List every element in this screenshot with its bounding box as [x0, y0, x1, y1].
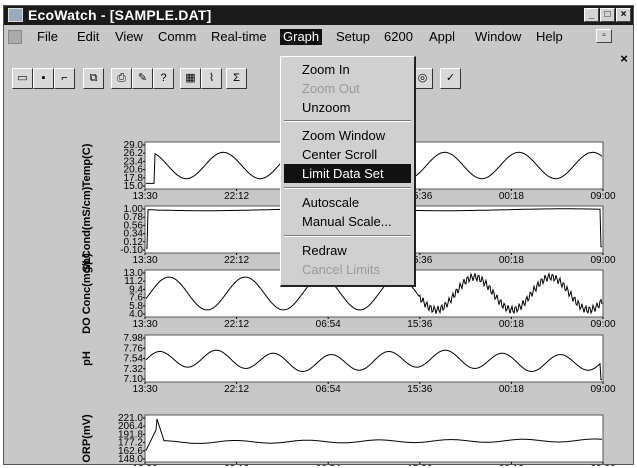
x-tick-label: 00:18 [499, 384, 524, 395]
menu-edit[interactable]: Edit [74, 29, 102, 45]
x-tick-label: 06:54 [316, 464, 341, 466]
app-window: EcoWatch - [SAMPLE.DAT] _ □ × File Edit … [3, 5, 634, 466]
x-tick-label: 09:00 [590, 191, 615, 202]
y-axis-label: ORP(mV) [81, 414, 93, 463]
document-icon[interactable] [8, 30, 22, 44]
x-tick-label: 22:12 [224, 191, 249, 202]
x-tick-label: 22:12 [224, 464, 249, 466]
x-tick-label: 15:36 [407, 464, 432, 466]
window-title: EcoWatch - [SAMPLE.DAT] [28, 7, 212, 23]
graph-icon[interactable]: ⌇ [201, 68, 222, 89]
menu-limit-data-set[interactable]: Limit Data Set [284, 164, 411, 183]
menu-comm[interactable]: Comm [155, 29, 199, 45]
title-bar[interactable]: EcoWatch - [SAMPLE.DAT] _ □ × [4, 6, 633, 25]
restore-button[interactable]: ▫ [596, 29, 612, 43]
menu-separator [284, 187, 411, 189]
y-axis-label: DO Conc(mg/L) [81, 253, 93, 334]
x-tick-label: 22:12 [224, 319, 249, 330]
x-tick-label: 09:00 [590, 464, 615, 466]
x-tick-label: 13:30 [132, 255, 157, 266]
app-icon[interactable] [8, 8, 23, 22]
x-tick-label: 22:12 [224, 384, 249, 395]
menu-zoom-window[interactable]: Zoom Window [284, 126, 411, 145]
print-icon[interactable]: ⎙ [111, 68, 132, 89]
menu-separator [284, 235, 411, 237]
menu-view[interactable]: View [112, 29, 146, 45]
save-icon[interactable]: ▪ [33, 68, 54, 89]
x-tick-label: 06:54 [316, 384, 341, 395]
menu-zoom-out: Zoom Out [302, 81, 360, 96]
report-icon[interactable]: ✓ [440, 68, 461, 89]
y-axis-label: Temp(C) [81, 143, 93, 187]
x-tick-label: 00:18 [499, 319, 524, 330]
menu-realtime[interactable]: Real-time [208, 29, 270, 45]
menu-unzoom[interactable]: Unzoom [284, 98, 411, 117]
document-close-button[interactable]: × [616, 52, 632, 67]
copy-icon[interactable]: ⧉ [83, 68, 104, 89]
plot-panel [144, 334, 604, 383]
open-icon[interactable]: ▭ [12, 68, 33, 89]
x-tick-label: 13:30 [132, 384, 157, 395]
pen-icon[interactable]: ✎ [132, 68, 153, 89]
menu-redraw[interactable]: Redraw [284, 241, 411, 260]
x-tick-label: 06:54 [316, 319, 341, 330]
table-icon[interactable]: ▦ [180, 68, 201, 89]
x-tick-label: 13:30 [132, 191, 157, 202]
minimize-button[interactable]: _ [584, 8, 599, 22]
print-setup-icon[interactable]: ⌐ [54, 68, 75, 89]
menu-zoom-in[interactable]: Zoom In [284, 60, 411, 79]
menu-autoscale[interactable]: Autoscale [284, 193, 411, 212]
menu-6200[interactable]: 6200 [381, 29, 416, 45]
menu-file[interactable]: File [34, 29, 61, 45]
x-tick-label: 13:30 [132, 464, 157, 466]
x-tick-label: 00:18 [499, 464, 524, 466]
menu-bar: File Edit View Comm Real-time Graph Setu… [4, 26, 633, 65]
x-tick-label: 09:00 [590, 255, 615, 266]
y-axis-label: pH [81, 351, 93, 366]
sigma-icon[interactable]: Σ [226, 68, 247, 89]
help-cursor-icon[interactable]: ? [153, 68, 174, 89]
menu-cancel-limits: Cancel Limits [302, 262, 381, 277]
x-tick-label: 15:36 [407, 319, 432, 330]
x-tick-label: 09:00 [590, 384, 615, 395]
x-tick-label: 00:18 [499, 255, 524, 266]
menu-help[interactable]: Help [533, 29, 566, 45]
menu-center-scroll[interactable]: Center Scroll [284, 145, 411, 164]
x-tick-label: 15:36 [407, 384, 432, 395]
x-tick-label: 09:00 [590, 319, 615, 330]
close-button[interactable]: × [616, 8, 631, 22]
x-tick-label: 22:12 [224, 255, 249, 266]
menu-graph[interactable]: Graph [280, 29, 323, 45]
menu-separator [284, 120, 411, 122]
graph-menu: Zoom In Zoom Out Unzoom Zoom Window Cent… [280, 56, 416, 287]
x-tick-label: 13:30 [132, 319, 157, 330]
menu-manual-scale[interactable]: Manual Scale... [284, 212, 411, 231]
menu-appl[interactable]: Appl [426, 29, 458, 45]
menu-setup[interactable]: Setup [333, 29, 373, 45]
menu-window[interactable]: Window [472, 29, 524, 45]
maximize-button[interactable]: □ [600, 8, 615, 22]
plot-panel [144, 414, 604, 463]
x-tick-label: 00:18 [499, 191, 524, 202]
